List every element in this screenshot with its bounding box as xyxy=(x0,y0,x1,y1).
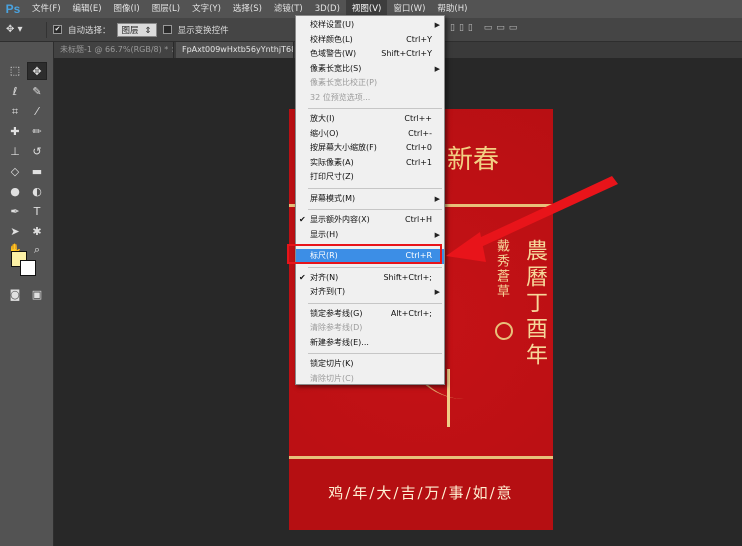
menu-item-lock-guides[interactable]: 锁定参考线(G) Alt+Ctrl+; xyxy=(296,307,444,322)
chevron-down-icon: ⇕ xyxy=(144,25,152,36)
menu-layer[interactable]: 图层(L) xyxy=(146,0,186,18)
menu-item-fit-on-screen[interactable]: 按屏幕大小缩放(F) Ctrl+0 xyxy=(296,141,444,156)
lasso-tool-icon[interactable]: ℓ xyxy=(5,83,25,101)
healing-brush-tool-icon[interactable]: ✚ xyxy=(5,123,25,141)
show-transform-label: 显示变换控件 xyxy=(177,25,229,36)
submenu-arrow-icon: ▶ xyxy=(434,288,440,296)
divider xyxy=(46,21,47,38)
history-brush-tool-icon[interactable]: ↺ xyxy=(27,143,47,161)
photoshop-logo: Ps xyxy=(5,2,21,16)
align-icons[interactable]: ▯▯▯ ▭▭▭ xyxy=(450,23,521,33)
tab-untitled[interactable]: 未标题-1 @ 66.7%(RGB/8) * × xyxy=(54,42,174,58)
menu-item-zoom-in[interactable]: 放大(I) Ctrl++ xyxy=(296,112,444,127)
menu-separator xyxy=(308,108,442,109)
show-transform-checkbox[interactable] xyxy=(162,25,172,34)
signature-text: 戴秀蒼草 xyxy=(494,239,509,299)
menu-item-pixel-aspect-correction: 像素长宽比校正(P) xyxy=(310,78,378,87)
gradient-tool-icon[interactable]: ▬ xyxy=(27,163,47,181)
submenu-arrow-icon: ▶ xyxy=(434,194,440,203)
marquee-tool-icon[interactable]: ⬚ xyxy=(5,62,25,80)
tab-fpaxt[interactable]: FpAxt009wHxtb56yYnthjT68 xyxy=(176,42,294,58)
menu-item-screen-mode[interactable]: 屏幕模式(M) ▶ xyxy=(296,192,444,207)
menu-separator xyxy=(308,187,442,189)
card-title: 新春 xyxy=(447,145,500,175)
submenu-arrow-icon: ▶ xyxy=(434,64,440,73)
submenu-arrow-icon: ▶ xyxy=(434,21,440,29)
shape-tool-icon[interactable]: ✱ xyxy=(27,223,47,241)
menu-separator xyxy=(308,302,442,304)
menu-item-lock-slices[interactable]: 锁定切片(K) xyxy=(296,357,444,372)
menu-select[interactable]: 选择(S) xyxy=(227,0,268,18)
lunar-year-text: 農曆丁酉年 xyxy=(522,239,547,369)
zoom-tool-icon[interactable]: ⌕ xyxy=(27,241,47,259)
blur-tool-icon[interactable]: ● xyxy=(5,183,25,201)
quick-mask-icon[interactable]: ◙ xyxy=(5,286,25,304)
eraser-tool-icon[interactable]: ◇ xyxy=(5,163,25,181)
quick-select-tool-icon[interactable]: ✎ xyxy=(27,83,47,101)
menu-item-clear-slices: 清除切片(C) xyxy=(310,373,354,383)
crop-tool-icon[interactable]: ⌗ xyxy=(5,103,25,121)
menu-item-snap-to[interactable]: 对齐到(T) ▶ xyxy=(296,285,444,300)
photoshop-window: Ps 文件(F) 编辑(E) 图像(I) 图层(L) 文字(Y) 选择(S) 滤… xyxy=(0,0,742,546)
toolbox: ⬚ ✥ ℓ ✎ ⌗ ⁄ ✚ ✏ ⊥ ↺ ◇ ▬ ● ◐ ✒ T ➤ ✱ ✋ ✋ … xyxy=(0,42,54,546)
seal-icon xyxy=(495,322,513,340)
menu-file[interactable]: 文件(F) xyxy=(26,0,67,18)
auto-select-value: 图层 xyxy=(121,25,139,36)
checkmark-icon: ✔ xyxy=(299,215,306,224)
annotation-highlight-box xyxy=(287,244,442,264)
brush-tool-icon[interactable]: ✏ xyxy=(27,123,47,141)
menu-item-zoom-out[interactable]: 缩小(O) Ctrl+- xyxy=(296,127,444,142)
clone-stamp-tool-icon[interactable]: ⊥ xyxy=(5,143,25,161)
tab-label: 未标题-1 @ 66.7%(RGB/8) * xyxy=(60,45,169,54)
menu-item-snap[interactable]: ✔ 对齐(N) Shift+Ctrl+; xyxy=(296,271,444,286)
menu-type[interactable]: 文字(Y) xyxy=(186,0,227,18)
path-selection-tool-icon[interactable]: ➤ xyxy=(5,223,25,241)
auto-select-dropdown[interactable]: 图层 ⇕ xyxy=(116,22,157,37)
tab-label: FpAxt009wHxtb56yYnthjT68 xyxy=(182,45,294,54)
menu-separator xyxy=(308,353,442,354)
menu-image[interactable]: 图像(I) xyxy=(108,0,146,18)
menu-item-proof-setup[interactable]: 校样设置(U) ▶ xyxy=(296,18,444,33)
menu-item-proof-colors[interactable]: 校样颜色(L) Ctrl+Y xyxy=(296,33,444,48)
menu-separator xyxy=(308,266,442,268)
auto-select-checkbox[interactable]: ✔ xyxy=(53,25,62,34)
cloud-border-bottom xyxy=(289,431,553,459)
menu-item-new-guide[interactable]: 新建参考线(E)... xyxy=(296,336,444,351)
close-icon[interactable]: × xyxy=(171,45,173,54)
menu-item-clear-guides: 清除参考线(D) xyxy=(310,323,363,332)
menu-separator xyxy=(308,209,442,210)
submenu-arrow-icon: ▶ xyxy=(434,230,440,239)
background-color-swatch[interactable] xyxy=(20,260,36,276)
menu-item-show[interactable]: 显示(H) ▶ xyxy=(296,228,444,243)
pen-tool-icon[interactable]: ✒ xyxy=(5,203,25,221)
menu-item-actual-pixels[interactable]: 实际像素(A) Ctrl+1 xyxy=(296,156,444,171)
move-tool-icon[interactable]: ✥ xyxy=(27,62,47,80)
menu-item-extras[interactable]: ✔ 显示额外内容(X) Ctrl+H xyxy=(296,213,444,228)
screen-mode-icon[interactable]: ▣ xyxy=(27,286,47,304)
menu-item-32bit-preview: 32 位预览选项... xyxy=(310,92,371,102)
menu-item-pixel-aspect-ratio[interactable]: 像素长宽比(S) ▶ xyxy=(296,62,444,77)
tassel-ornament xyxy=(447,369,475,427)
menu-edit[interactable]: 编辑(E) xyxy=(67,0,108,18)
menu-item-gamut-warning[interactable]: 色域警告(W) Shift+Ctrl+Y xyxy=(296,47,444,62)
view-menu-dropdown: 校样设置(U) ▶ 校样颜色(L) Ctrl+Y 色域警告(W) Shift+Ctrl… xyxy=(295,15,445,385)
blessing-text: 鸡/年/大/吉/万/事/如/意 xyxy=(328,484,514,502)
checkmark-icon: ✔ xyxy=(299,272,306,282)
type-tool-icon[interactable]: T xyxy=(27,203,47,221)
auto-select-label: 自动选择： xyxy=(68,25,111,36)
move-tool-preset-icon[interactable]: ✥ ▾ xyxy=(6,22,40,38)
menu-item-print-size[interactable]: 打印尺寸(Z) xyxy=(296,170,444,185)
eyedropper-tool-icon[interactable]: ⁄ xyxy=(27,103,47,121)
dodge-tool-icon[interactable]: ◐ xyxy=(27,183,47,201)
